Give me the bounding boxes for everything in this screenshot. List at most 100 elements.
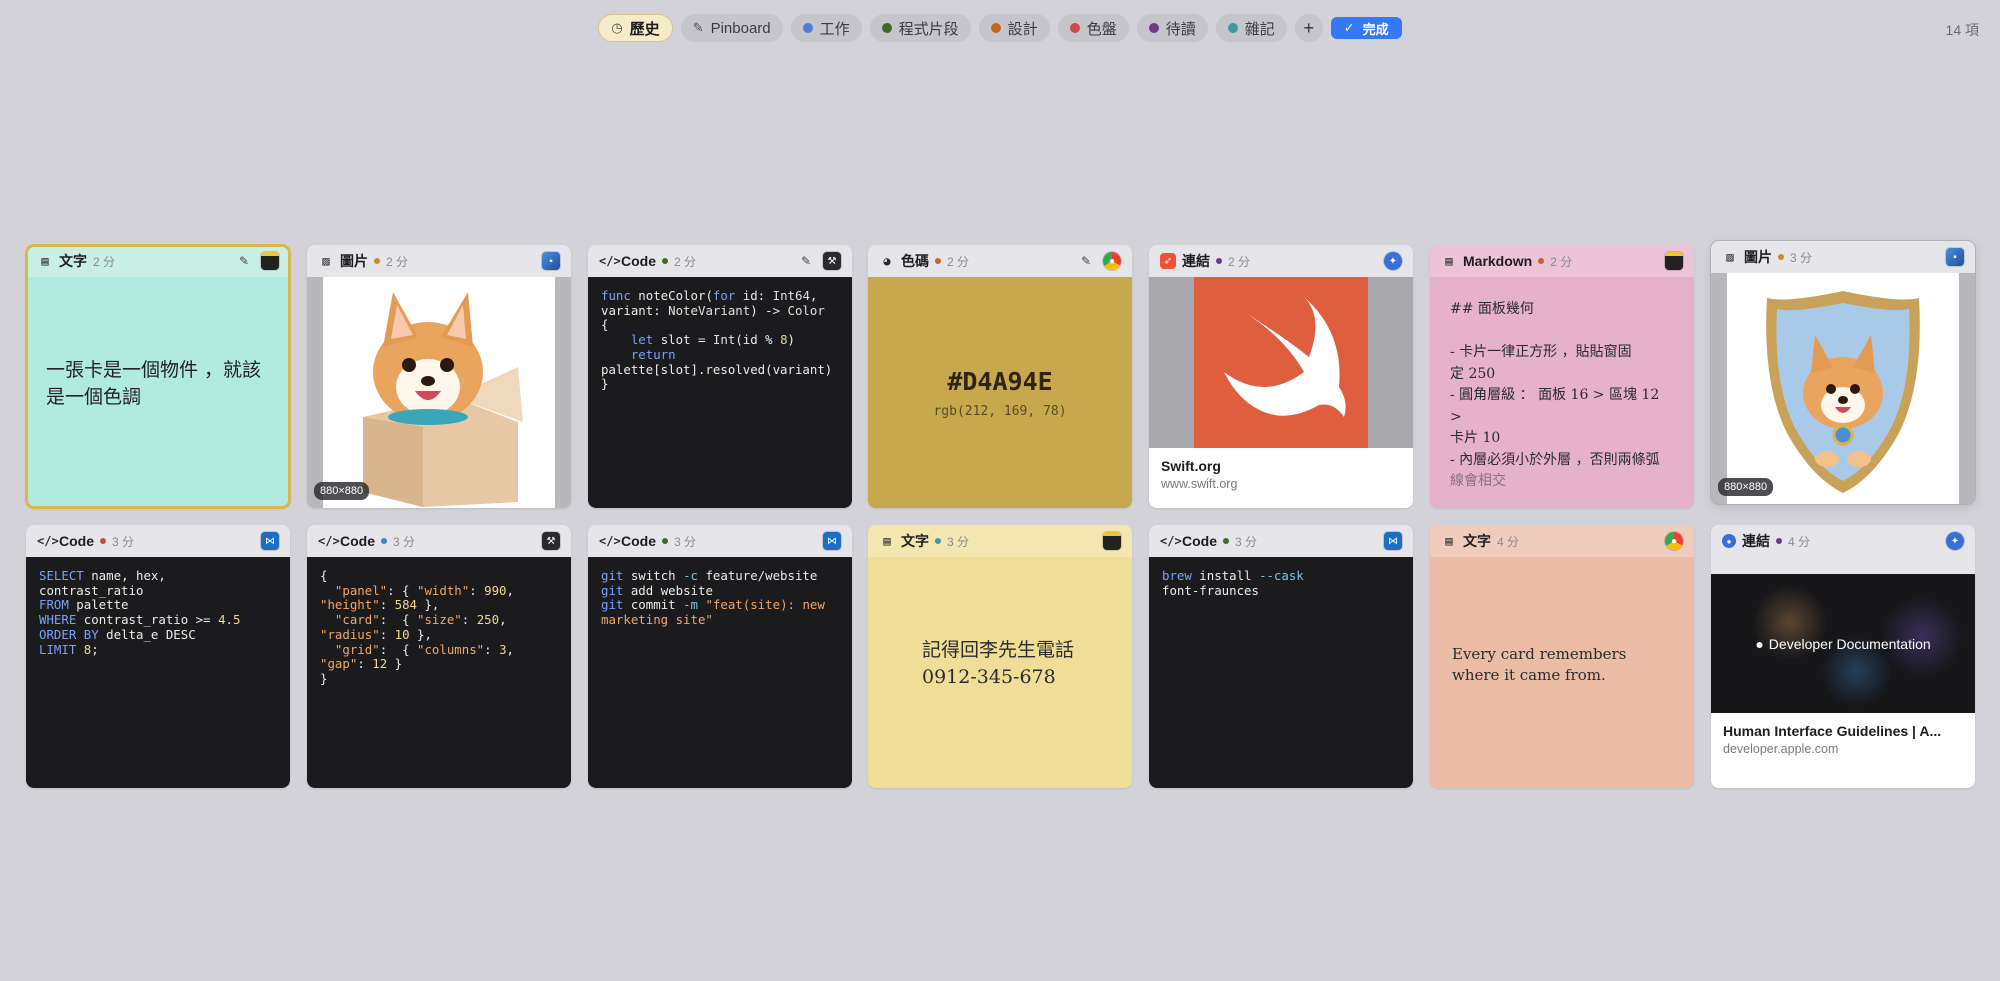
tag-snippets[interactable]: 程式片段 [869, 14, 971, 42]
code-snippet: func noteColor(for id: Int64, variant: N… [588, 277, 852, 508]
md-line: ## 面板幾何 [1450, 301, 1534, 317]
tag-dot [381, 538, 387, 544]
text-icon: ▤ [883, 534, 891, 548]
chrome-app-icon: ● [1103, 252, 1121, 270]
banner-text: Developer Documentation [1768, 635, 1931, 652]
card-time: 2 分 [1550, 254, 1573, 269]
clip-card[interactable]: </> Code 3 分 ⋈ SELECT name, hex, contras… [26, 525, 290, 788]
card-header: ▨ 圖片 3 分 ▪ [1711, 241, 1975, 273]
card-body: 一張卡是一個物件 ，就該是一個色調 [26, 277, 290, 508]
link-preview-image [1149, 277, 1413, 448]
clip-card[interactable]: ➶ 連結 2 分 ✦ Swift.org www.swift.org [1149, 245, 1413, 508]
tag-notes[interactable]: 雜記 [1215, 14, 1287, 42]
clip-card[interactable]: ◕ 色碼 2 分 ✎ ● #D4A94E rgb(212, 169, 78) [868, 245, 1132, 508]
code-snippet: brew install --cask font-fraunces [1149, 557, 1413, 788]
link-preview-image [1711, 557, 1975, 574]
card-type: 圖片 [1744, 249, 1772, 265]
tag-dot [1778, 254, 1784, 260]
tag-dot [662, 538, 668, 544]
link-url: developer.apple.com [1723, 742, 1839, 756]
card-body: Every card remembers where it came from. [1430, 557, 1694, 788]
code-icon: </> [1160, 534, 1182, 548]
clip-card[interactable]: ▨ 圖片 2 分 ▪ 880×880 [307, 245, 571, 508]
tag-work[interactable]: 工作 [790, 14, 862, 42]
card-header: ▨ 圖片 2 分 ▪ [307, 245, 571, 277]
card-header: ▤ 文字 2 分 ✎ [26, 245, 290, 277]
card-type: Code [1182, 533, 1217, 549]
tag-label: 工作 [819, 20, 850, 38]
clip-card[interactable]: </> Code 3 分 ⋈ git switch -c feature/web… [588, 525, 852, 788]
add-tag-button[interactable]: + [1294, 14, 1323, 42]
apple-icon: ● [1722, 534, 1736, 548]
pin-icon[interactable]: ✎ [801, 254, 811, 268]
clip-card[interactable]: ● 連結 4 分 ✦ ● Developer Documentation Hum… [1711, 525, 1975, 788]
card-header: ▤ Markdown 2 分 [1430, 245, 1694, 277]
card-type: 色碼 [901, 253, 929, 269]
card-time: 2 分 [386, 254, 409, 269]
card-type: 文字 [59, 253, 87, 269]
clip-card[interactable]: </> Code 3 分 ⚒ { "panel": { "width": 990… [307, 525, 571, 788]
tag-color-dot [1227, 23, 1238, 33]
card-type: 連結 [1182, 253, 1210, 269]
card-type: Code [340, 533, 375, 549]
tag-label: 色盤 [1086, 20, 1117, 38]
clip-card[interactable]: ▤ Markdown 2 分 ## 面板幾何 - 卡片一律正方形 ，貼貼窗固 定… [1430, 245, 1694, 508]
tab-history-label: 歷史 [629, 20, 660, 38]
clip-card[interactable]: </> Code 3 分 ⋈ brew install --cask font-… [1149, 525, 1413, 788]
tag-label: 程式片段 [898, 20, 959, 38]
clip-card[interactable]: </> Code 2 分 ✎ ⚒ func noteColor(for id: … [588, 245, 852, 508]
tag-to-read[interactable]: 待讀 [1136, 14, 1208, 42]
clip-card[interactable]: ▨ 圖片 3 分 ▪ 880×880 [1711, 241, 1975, 504]
tag-color-dot [802, 23, 813, 33]
tag-palette[interactable]: 色盤 [1057, 14, 1129, 42]
card-body: 880×880 [1711, 273, 1975, 504]
markdown-icon: ▤ [1445, 254, 1453, 268]
phone-number: 0912-345-678 [922, 665, 1056, 688]
tag-label: 設計 [1007, 20, 1038, 38]
tag-dot [1776, 538, 1782, 544]
image-icon: ▨ [1726, 250, 1734, 264]
tag-design[interactable]: 設計 [978, 14, 1050, 42]
link-title: Human Interface Guidelines | A... [1723, 723, 1942, 739]
image-size-badge: 880×880 [1718, 478, 1774, 496]
card-header: ▤ 文字 4 分 ● [1430, 525, 1694, 557]
code-snippet: SELECT name, hex, contrast_ratio FROM pa… [26, 557, 290, 788]
card-type: 連結 [1742, 533, 1770, 549]
card-header: </> Code 3 分 ⋈ [588, 525, 852, 557]
clip-card[interactable]: ▤ 文字 4 分 ● Every card remembers where it… [1430, 525, 1694, 788]
clip-card[interactable]: ▤ 文字 2 分 ✎ 一張卡是一個物件 ，就該是一個色調 [25, 244, 291, 509]
card-header: </> Code 3 分 ⋈ [26, 525, 290, 557]
code-icon: </> [318, 534, 340, 548]
clip-card[interactable]: ▤ 文字 3 分 記得回李先生電話 0912-345-678 [868, 525, 1132, 788]
code-snippet: { "panel": { "width": 990, "height": 584… [307, 557, 571, 788]
apple-logo-icon: ● [1755, 635, 1764, 652]
tab-pinboard[interactable]: ✎ Pinboard [680, 14, 783, 42]
tag-dot [662, 258, 668, 264]
card-time: 3 分 [112, 534, 135, 549]
link-title: Swift.org [1161, 458, 1221, 474]
text-icon: ▤ [1445, 534, 1453, 548]
card-header: </> Code 3 分 ⋈ [1149, 525, 1413, 557]
item-count: 14 項 [1945, 22, 1979, 38]
notes-app-icon [1665, 252, 1683, 270]
xcode-app-icon: ⚒ [542, 532, 560, 550]
pin-icon[interactable]: ✎ [1081, 254, 1091, 268]
card-time: 2 分 [674, 254, 697, 269]
card-header: ➶ 連結 2 分 ✦ [1149, 245, 1413, 277]
card-time: 3 分 [1790, 250, 1813, 265]
card-header: ◕ 色碼 2 分 ✎ ● [868, 245, 1132, 277]
done-button[interactable]: ✓ 完成 [1330, 17, 1402, 39]
tab-history[interactable]: ◷ 歷史 [598, 14, 673, 42]
hex-value: #D4A94E [947, 366, 1053, 396]
preview-app-icon: ▪ [542, 252, 560, 270]
card-body: 記得回李先生電話 0912-345-678 [868, 557, 1132, 788]
color-swatch: #D4A94E rgb(212, 169, 78) [868, 277, 1132, 508]
card-text: 一張卡是一個物件 ，就該是一個色調 [46, 358, 262, 408]
card-body: Swift.org www.swift.org [1149, 277, 1413, 508]
pin-icon[interactable]: ✎ [239, 254, 249, 268]
tag-dot [100, 538, 106, 544]
pin-icon: ✎ [692, 20, 704, 35]
card-type: 文字 [901, 533, 929, 549]
vscode-app-icon: ⋈ [1384, 532, 1402, 550]
card-time: 3 分 [674, 534, 697, 549]
